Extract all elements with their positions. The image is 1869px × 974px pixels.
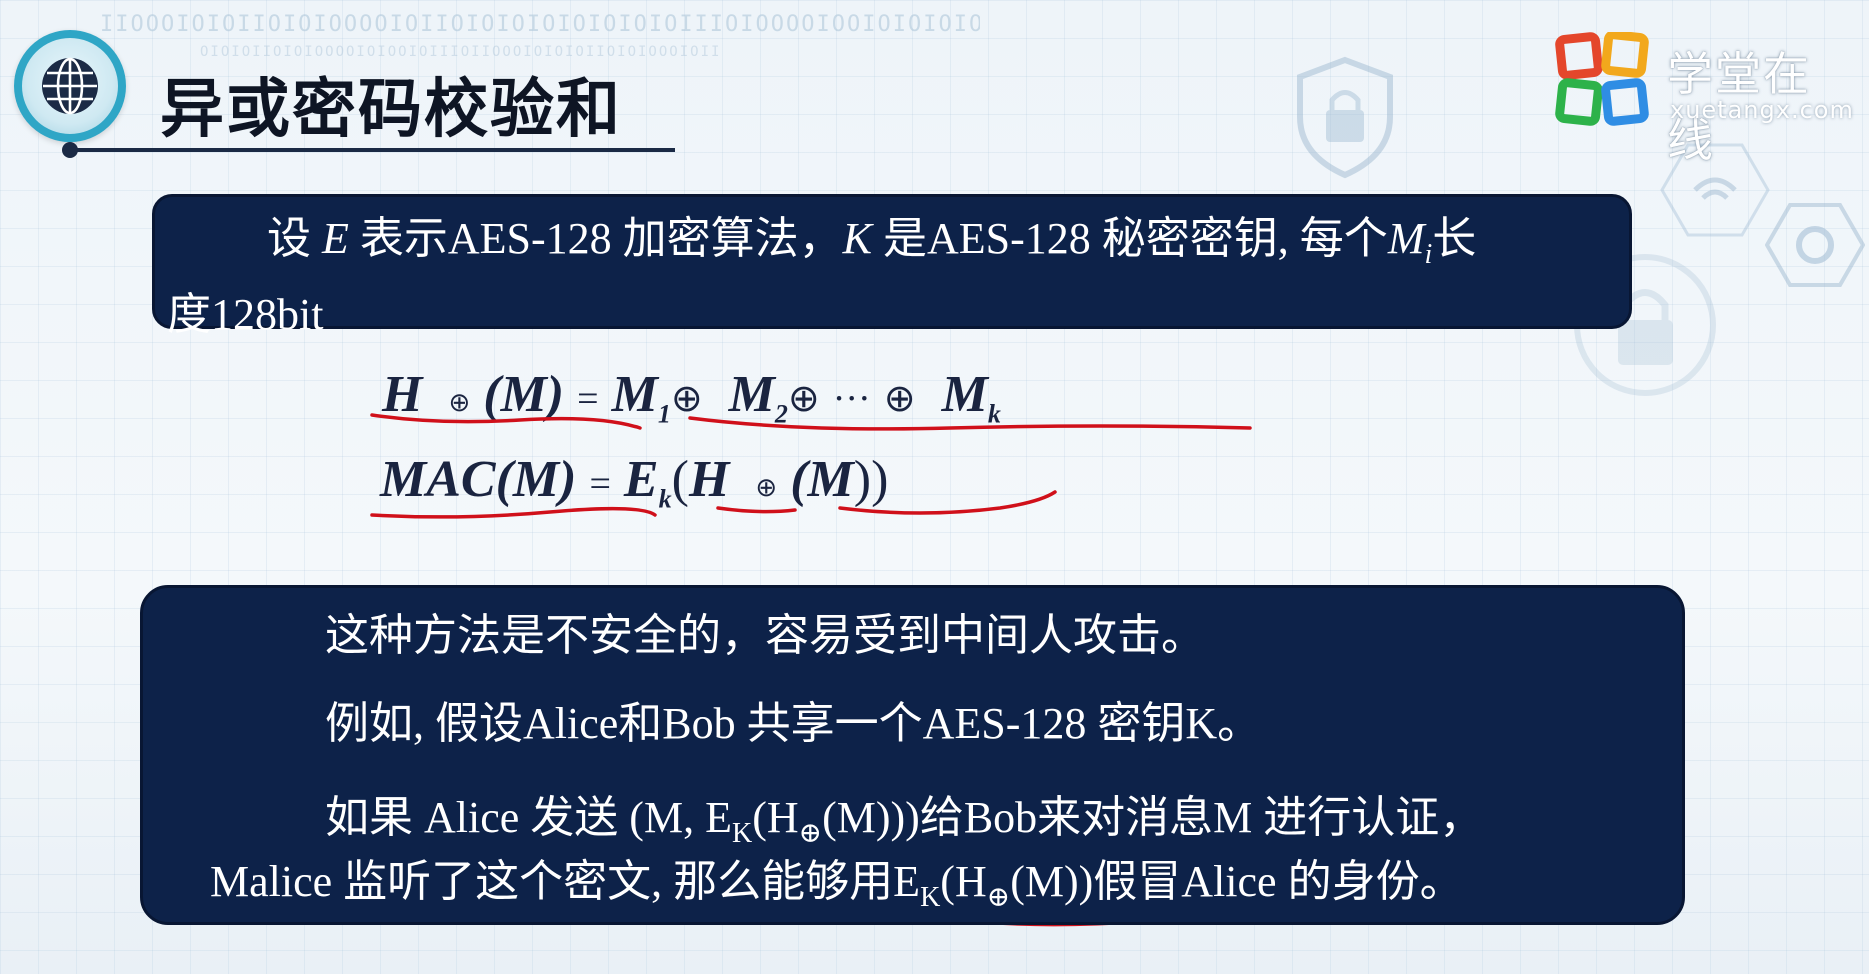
attack-text: 假冒Alice 的身份。 [1093,857,1464,906]
definition-text: 表示AES-128 加密算法， [359,214,843,263]
lock-shield-icon [1297,56,1393,179]
page-title: 异或密码校验和 [160,73,622,147]
xuetangx-logo-mark [1555,32,1649,126]
attack-text: 如果 Alice 发送 [325,793,630,842]
globe-icon [14,30,126,142]
formula-mac: MAC(M) = Ek(H ⊕ (M)) [380,451,889,514]
formula-term: MAC [380,451,496,508]
formula-paren: ( [671,451,689,508]
binary-decoration: IIOOOIOIOIIOIOIOOOOIOIIOIOIOIOIOIOIOIOII… [100,12,980,37]
oplus-symbol: ⊕ [755,473,778,502]
equals-sign: = [577,378,599,420]
oplus-symbol: ⊕ [670,378,703,420]
oplus-symbol: ⊕ [883,378,916,420]
formula-term: H [382,366,423,423]
definition-text: 设 [267,214,311,263]
definition-line-1: 设 E 表示AES-128 加密算法，K 是AES-128 秘密密钥, 每个Mi… [167,209,1611,285]
attack-message-tuple: (M, EK(H⊕(M))) [629,793,920,849]
title-underline [70,148,675,152]
logo-text-en: xuetangx.com [1670,96,1854,124]
definition-box: 设 E 表示AES-128 加密算法，K 是AES-128 秘密密钥, 每个Mi… [152,194,1632,339]
equals-sign: = [589,463,611,505]
attack-line-1: 这种方法是不安全的，容易受到中间人攻击。 [325,611,1205,660]
formula-term: E [623,451,659,508]
definition-text: 长 [1432,214,1477,263]
forged-mac-term: EK(H⊕(M)) [893,857,1094,913]
formula-xor-hash: H ⊕ (M) = M1⊕ M2⊕ ··· ⊕ Mk [382,366,1001,429]
formula-paren: )) [853,451,889,508]
formula-term: (M) [495,451,577,508]
var-Mi: Mi [1387,214,1433,270]
var-K: K [842,214,873,263]
definition-line-2: 度128bit [167,289,324,339]
attack-description-box: 这种方法是不安全的，容易受到中间人攻击。 例如, 假设Alice和Bob 共享一… [140,585,1685,925]
attack-text: Malice 监听了这个密文, 那么能够用 [210,857,894,906]
formula-term: (M [790,451,854,508]
formula-term: M [941,366,988,423]
attack-line-2: 例如, 假设Alice和Bob 共享一个AES-128 密钥K。 [325,699,1262,748]
xuetangx-logo: 学堂在线 xuetangx.com [1555,32,1855,167]
formula-term: M [728,366,775,423]
oplus-symbol: ⊕ [448,388,471,417]
definition-text: 是AES-128 秘密密钥, 每个 [883,214,1388,263]
formula-term: H [688,451,730,508]
attack-text: 给Bob来对消息M 进行认证， [919,793,1484,842]
attack-line-4: Malice 监听了这个密文, 那么能够用EK(H⊕(M))假冒Alice 的身… [210,854,1464,926]
ellipsis: ··· [832,378,871,420]
attack-line-3: 如果 Alice 发送 (M, EK(H⊕(M)))给Bob来对消息M 进行认证… [325,790,1483,862]
formula-term: M [611,366,658,423]
formula-term: (M) [483,366,565,423]
gear-hexagon-icon [1765,203,1865,287]
var-E: E [322,214,349,263]
oplus-symbol: ⊕ [787,378,820,420]
